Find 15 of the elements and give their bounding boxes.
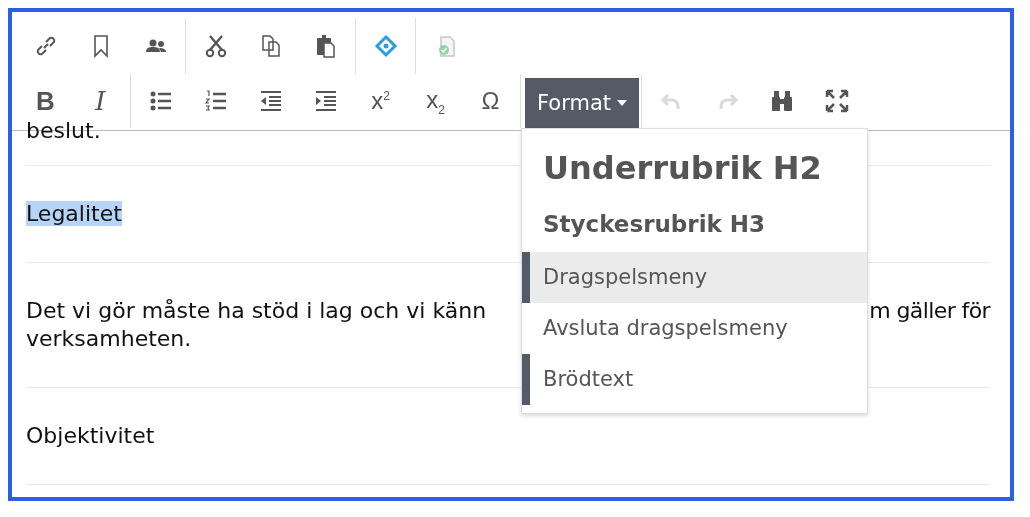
- menu-item[interactable]: Underrubrik H2: [522, 135, 867, 199]
- symbol-button[interactable]: Ω: [463, 79, 518, 123]
- menu-item[interactable]: Styckesrubrik H3: [522, 199, 867, 252]
- paragraph-text: verksamheten.: [26, 326, 192, 351]
- symbol-button[interactable]: x$_{2}$: [408, 79, 463, 123]
- caret-icon: [617, 99, 627, 106]
- paragraph-text: m gäller för: [869, 297, 990, 325]
- menu-item[interactable]: Brödtext: [522, 354, 867, 405]
- paragraph-text: Det vi gör måste ha stöd i lag och vi känn: [26, 297, 487, 325]
- symbol-button[interactable]: x$^{2}$: [353, 79, 408, 123]
- heading-text: Legalitet: [26, 201, 122, 226]
- format-dropdown[interactable]: Format: [525, 77, 639, 128]
- menu-item[interactable]: Dragspelsmeny: [522, 252, 867, 303]
- heading-text: Objektivitet: [26, 423, 155, 448]
- menu-item[interactable]: Avsluta dragspelsmeny: [522, 303, 867, 354]
